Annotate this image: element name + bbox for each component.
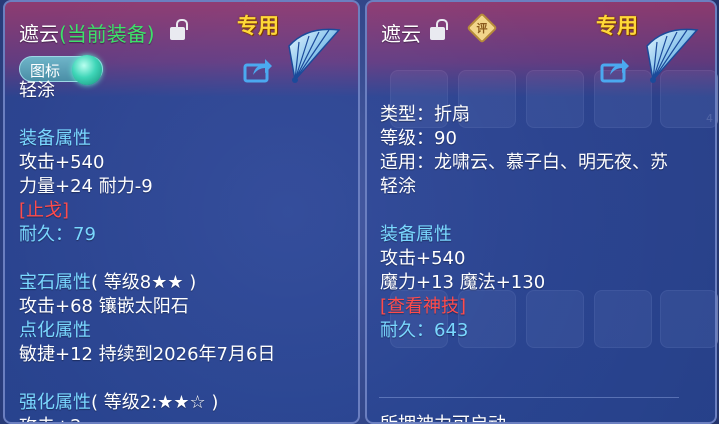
dianhua-effect: 敏捷+12 持续到2026年7月6日: [19, 344, 276, 365]
gem-heading: 宝石属性: [19, 272, 91, 293]
qianghua-heading: 强化属性: [19, 392, 91, 413]
equip-attr-heading: 装备属性: [19, 128, 91, 149]
gem-level: ( 等级8★★ ): [91, 272, 197, 293]
durability-label: 耐久：: [380, 320, 434, 341]
durability-value: 643: [434, 320, 469, 341]
type-line: 类型：折扇: [380, 104, 470, 125]
attack-stat: 攻击+540: [380, 248, 466, 269]
dianhua-heading: 点化属性: [19, 320, 91, 341]
gem-attr-line: 宝石属性( 等级8★★ ): [19, 268, 196, 294]
equipped-status: (当前装备): [59, 22, 155, 46]
skill-link[interactable]: [止戈]: [19, 196, 69, 222]
durability: 耐久：79: [19, 220, 96, 246]
ping-badge-icon[interactable]: 评: [466, 12, 498, 44]
durability: 耐久：643: [380, 316, 468, 342]
lock-icon[interactable]: [430, 19, 448, 40]
attack-stat: 攻击+540: [19, 152, 105, 173]
item-name: 遮云: [19, 22, 59, 46]
usage-line-tail: 轻涂: [380, 176, 416, 197]
toggle-knob-icon: [72, 55, 102, 85]
divider: [379, 397, 679, 398]
qianghua-effect: 攻击+2: [19, 412, 82, 422]
equip-attr-heading: 装备属性: [380, 224, 452, 245]
qianghua-level: ( 等级2:★★☆ ): [91, 392, 219, 413]
usage-tail: 轻涂: [19, 80, 55, 101]
compare-item-tooltip: 遮云 评 专用 类型：折扇 等级：90 适用：龙啸云、慕子白、明无夜、苏 轻涂 …: [365, 0, 717, 424]
fan-icon: [646, 28, 699, 83]
base-stats: 魔力+13 魔法+130: [380, 272, 546, 293]
view-skill-link[interactable]: [查看神技]: [380, 292, 466, 318]
item-title: 遮云: [381, 22, 421, 46]
level-line: 等级：90: [380, 128, 457, 149]
lock-icon[interactable]: [170, 19, 188, 40]
base-stats: 力量+24 耐力-9: [19, 176, 153, 197]
exclusive-label: 专用: [596, 14, 638, 38]
equipped-item-tooltip: 遮云(当前装备) 专用 图标 轻涂 装备属性 攻击+540 力量+24 耐力-9…: [3, 0, 360, 424]
share-icon[interactable]: [600, 57, 630, 83]
share-icon[interactable]: [243, 57, 273, 83]
qianghua-attr-line: 强化属性( 等级2:★★☆ ): [19, 388, 218, 414]
exclusive-label: 专用: [237, 14, 279, 38]
durability-label: 耐久：: [19, 224, 73, 245]
item-title: 遮云(当前装备): [19, 18, 155, 47]
footer-text: 所拥神力可启动...: [380, 410, 523, 422]
gem-effect: 攻击+68 镶嵌太阳石: [19, 296, 189, 317]
durability-value: 79: [73, 224, 96, 245]
usage-line: 适用：龙啸云、慕子白、明无夜、苏: [380, 152, 668, 173]
fan-icon: [288, 28, 341, 83]
